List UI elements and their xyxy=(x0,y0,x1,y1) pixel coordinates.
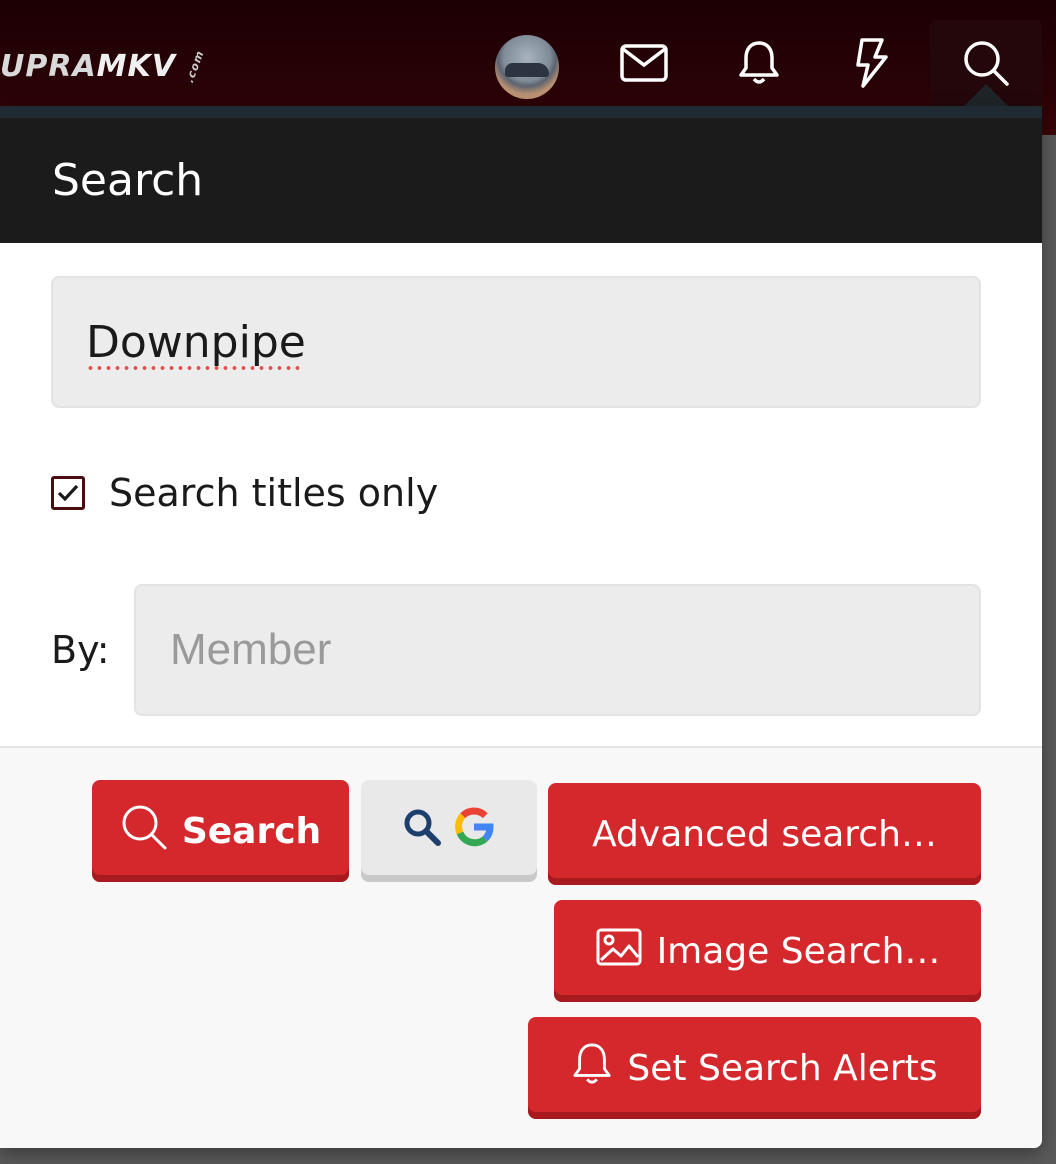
alerts-button[interactable] xyxy=(724,30,794,100)
search-button[interactable]: Search xyxy=(92,780,349,882)
search-dropdown: Search Search titles only By: Search xyxy=(0,106,1042,1148)
checkmark-icon xyxy=(57,484,79,502)
search-button-label: Search xyxy=(181,810,322,852)
titles-only-option[interactable]: Search titles only xyxy=(51,471,438,515)
dropdown-caret xyxy=(964,84,1008,106)
avatar[interactable] xyxy=(495,35,559,99)
advanced-search-label: Advanced search… xyxy=(592,813,937,855)
search-form: Search titles only By: xyxy=(0,243,1042,748)
whats-new-button[interactable] xyxy=(837,30,907,100)
logo-suffix: .com xyxy=(182,47,207,85)
image-search-button[interactable]: Image Search… xyxy=(554,900,981,1002)
bell-icon xyxy=(571,1040,613,1097)
logo-text-a: UPRA xyxy=(0,48,97,84)
image-search-label: Image Search… xyxy=(656,930,941,972)
site-logo[interactable]: UPRA MKV .com xyxy=(0,44,212,88)
form-footer: Search Advanced search… Image Search… Se… xyxy=(0,746,1042,1148)
search-icon xyxy=(402,807,442,856)
image-icon xyxy=(595,927,643,976)
titles-only-checkbox[interactable] xyxy=(51,476,85,510)
titles-only-label: Search titles only xyxy=(109,471,439,515)
set-search-alerts-label: Set Search Alerts xyxy=(627,1047,938,1089)
spellcheck-underline xyxy=(86,365,301,371)
logo-text-b: MKV xyxy=(96,48,176,84)
advanced-search-button[interactable]: Advanced search… xyxy=(548,783,981,885)
keywords-input[interactable] xyxy=(51,276,981,408)
inbox-button[interactable] xyxy=(609,30,679,100)
panel-header: Search xyxy=(0,106,1042,243)
panel-title: Search xyxy=(52,155,204,206)
google-icon xyxy=(452,805,496,858)
by-label: By: xyxy=(51,628,110,672)
set-search-alerts-button[interactable]: Set Search Alerts xyxy=(528,1017,981,1119)
bell-icon xyxy=(737,39,781,91)
google-search-button[interactable] xyxy=(361,780,537,882)
bolt-icon xyxy=(854,38,890,92)
member-input[interactable] xyxy=(134,584,981,716)
envelope-icon xyxy=(620,44,668,86)
search-icon xyxy=(120,803,168,860)
